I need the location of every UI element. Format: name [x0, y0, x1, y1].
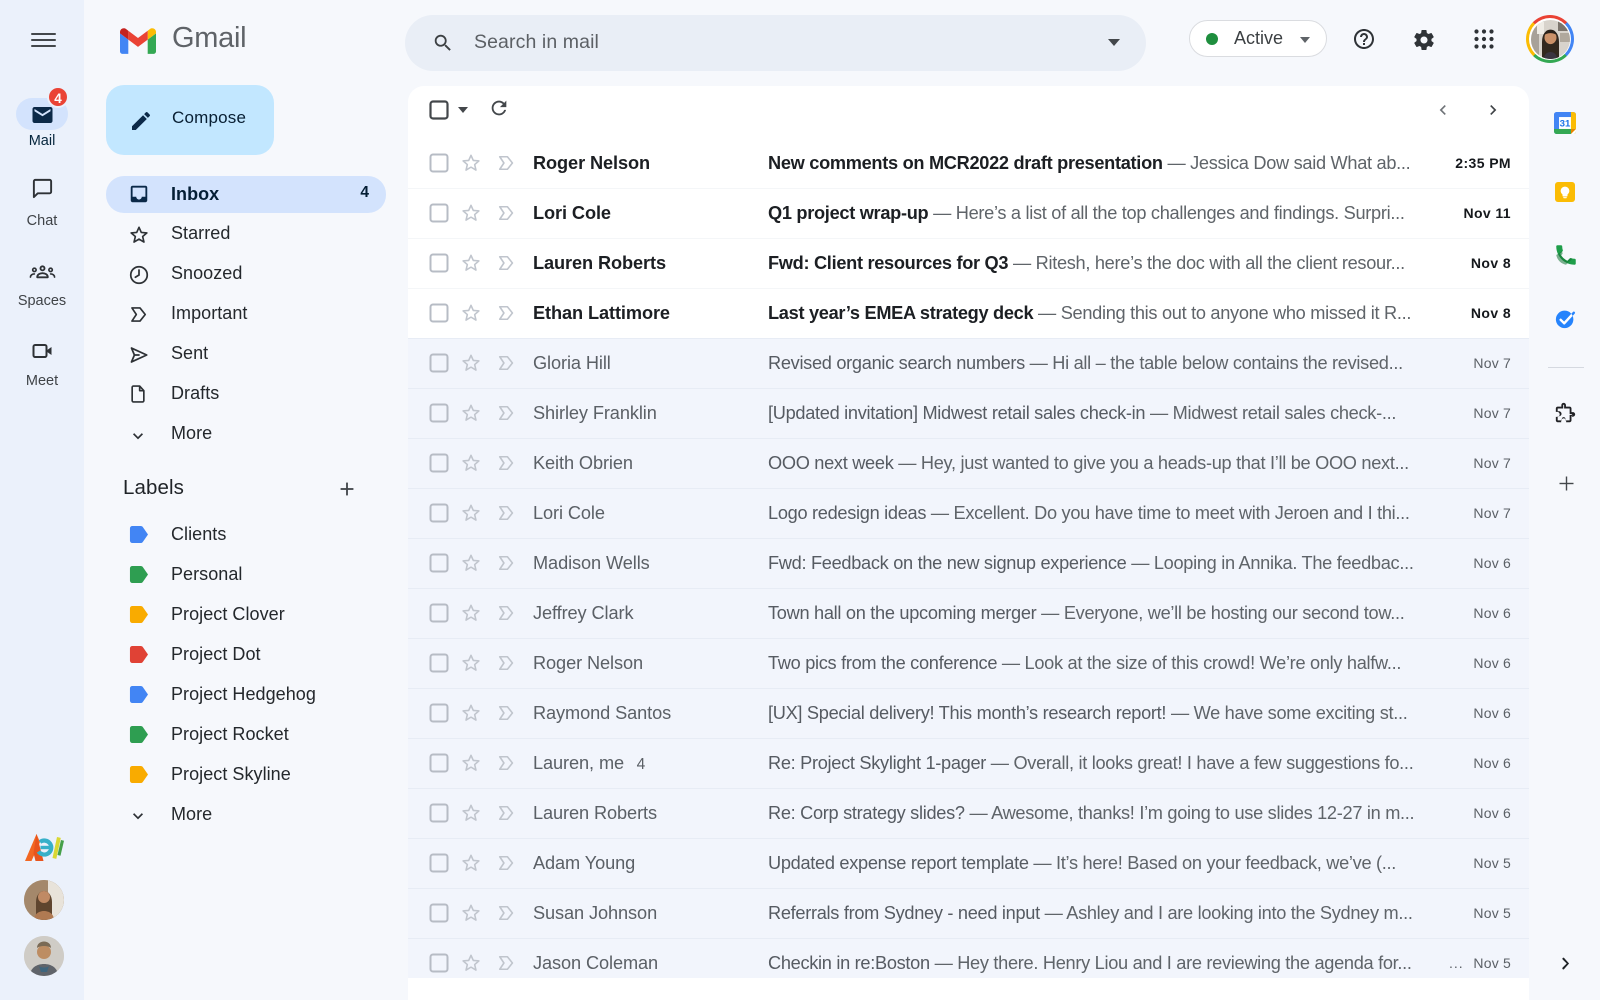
- svg-text:31: 31: [1560, 119, 1571, 130]
